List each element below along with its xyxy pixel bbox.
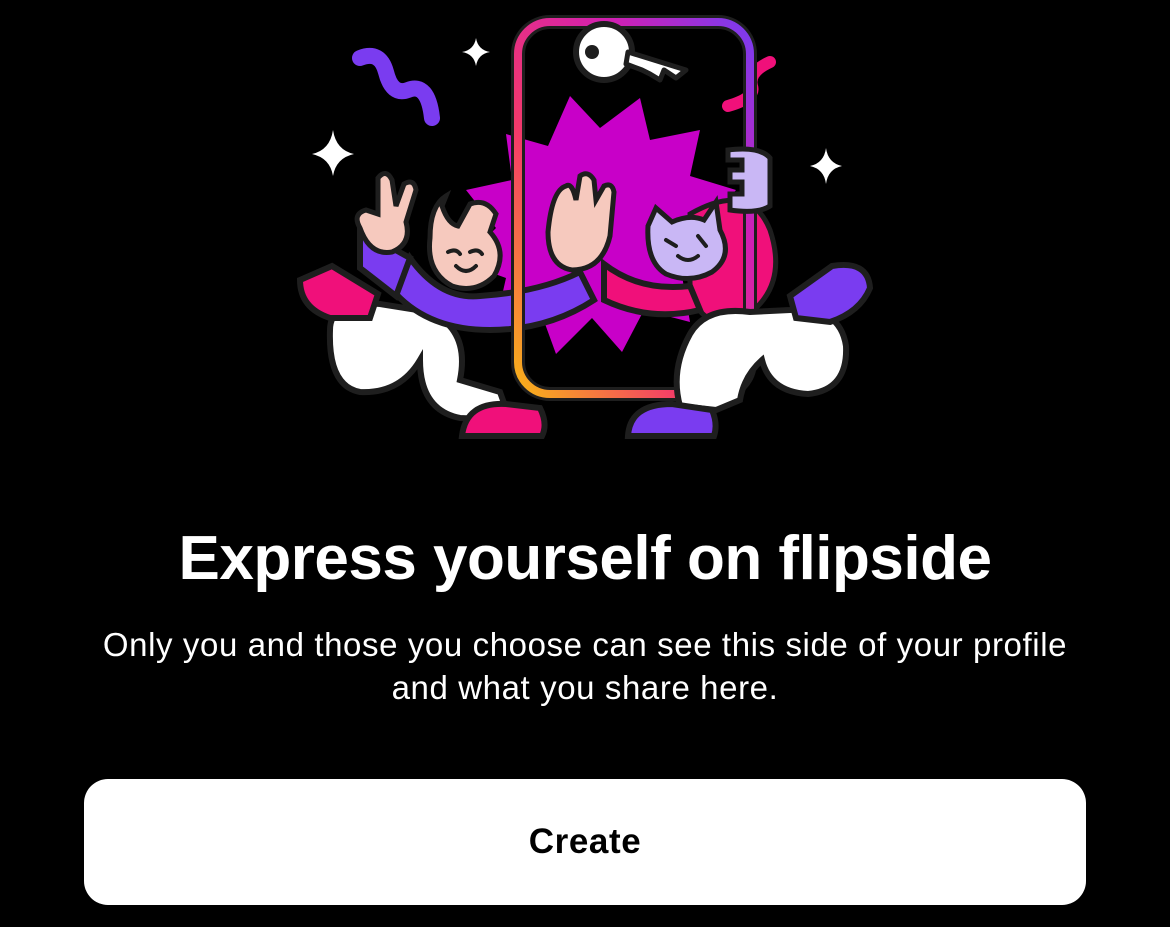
- page-title: Express yourself on flipside: [178, 524, 992, 593]
- sparkle-icon: [312, 130, 354, 176]
- peace-hand-icon: [354, 171, 419, 255]
- key-icon: [573, 21, 635, 83]
- squiggle-ribbon: [352, 47, 440, 126]
- purple-shoe: [786, 262, 874, 326]
- bunny-head: [426, 189, 503, 291]
- purple-shoe: [624, 400, 719, 439]
- sparkle-icon: [810, 148, 842, 184]
- flipside-illustration: [296, 15, 874, 439]
- pink-shoe: [458, 400, 548, 439]
- white-pants: [673, 306, 850, 414]
- gripping-hand-icon: [725, 146, 773, 214]
- page-subtitle: Only you and those you choose can see th…: [102, 626, 1068, 706]
- sparkle-icon: [462, 38, 490, 66]
- create-button[interactable]: Create: [84, 779, 1086, 905]
